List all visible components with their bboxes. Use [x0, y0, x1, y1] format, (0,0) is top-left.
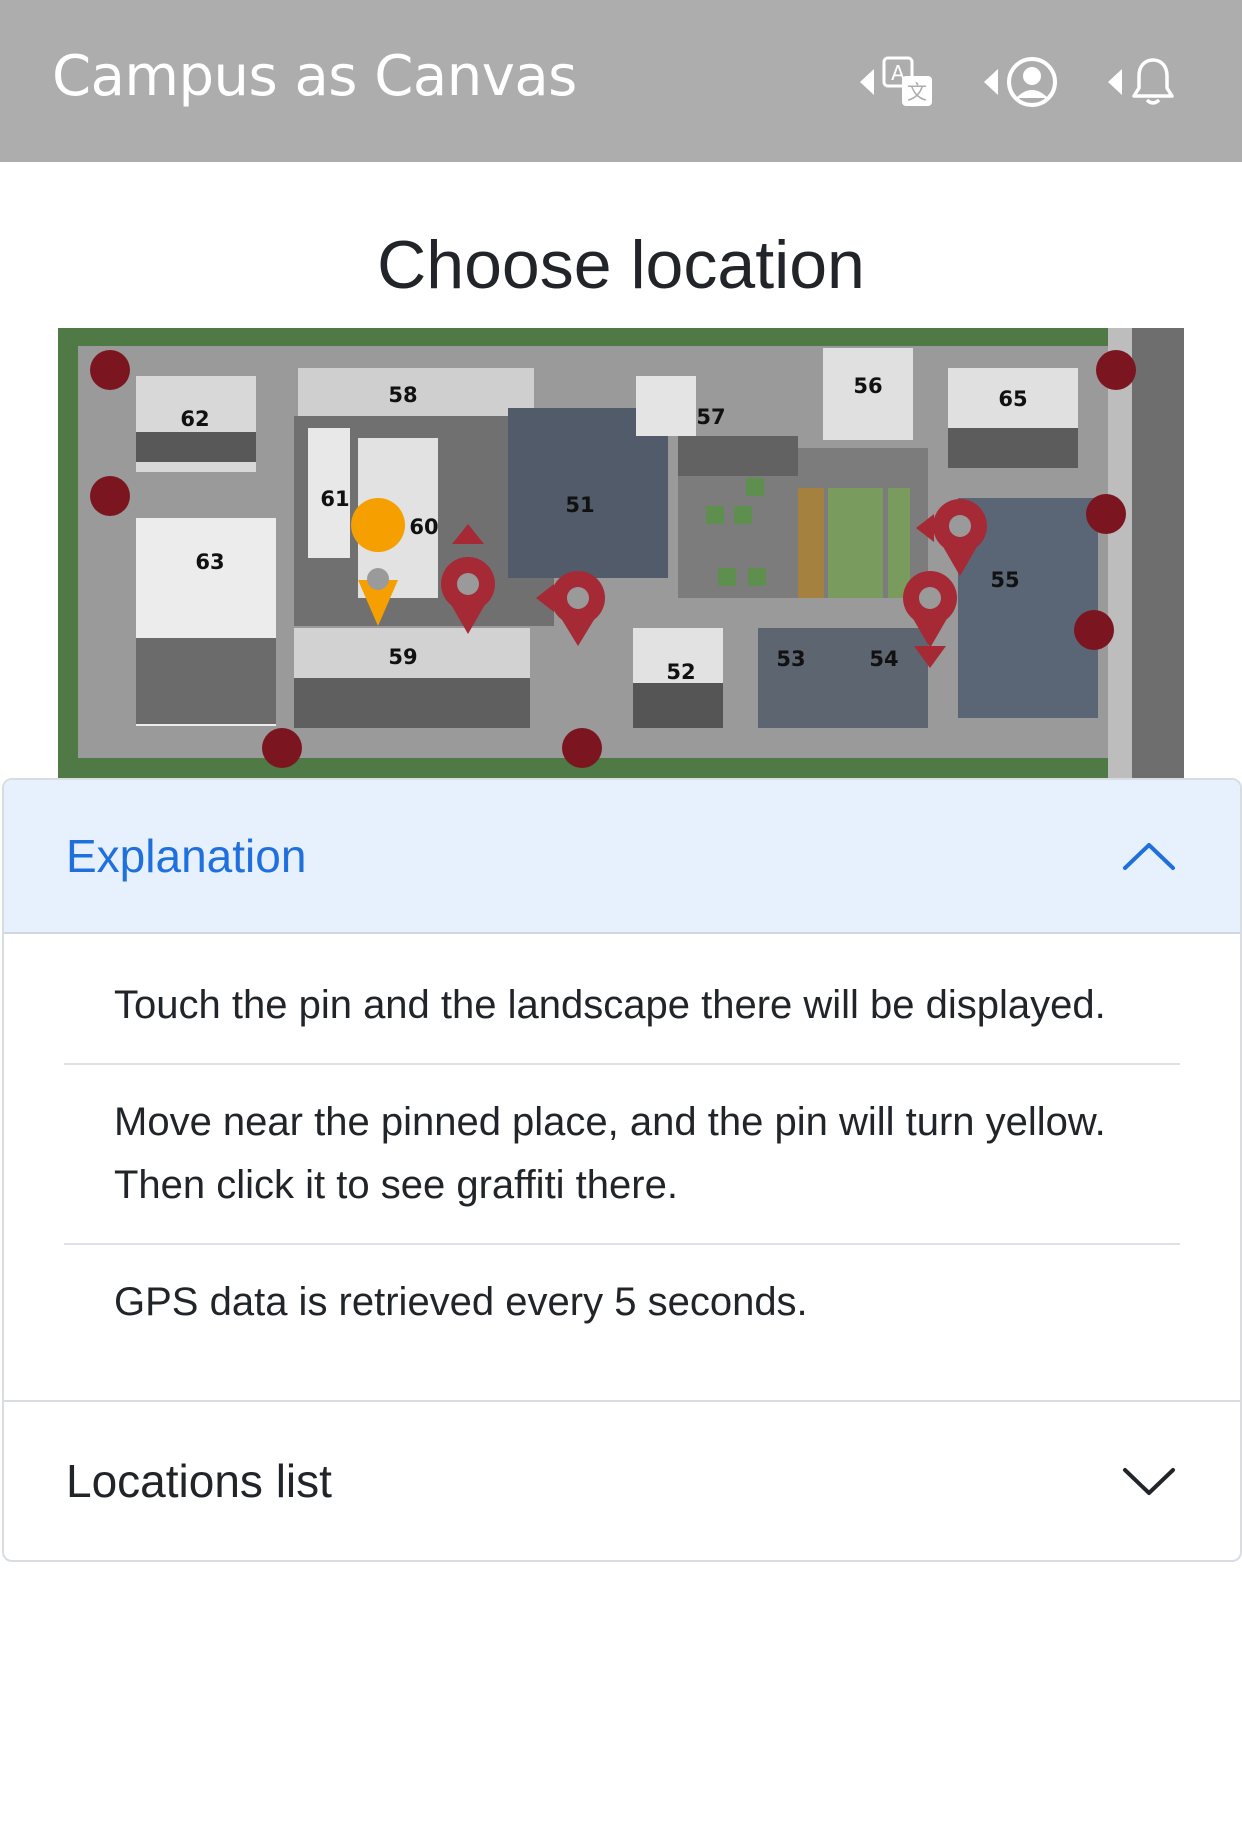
bell-icon — [1132, 58, 1174, 105]
building-number: 58 — [388, 383, 417, 407]
explanation-body: Touch the pin and the landscape there wi… — [4, 934, 1240, 1400]
building-number: 61 — [320, 487, 349, 511]
building-number: 62 — [180, 407, 209, 431]
svg-text:文: 文 — [907, 80, 927, 104]
translate-icon: A 文 — [882, 56, 932, 106]
locations-list-header[interactable]: Locations list — [4, 1402, 1240, 1560]
account-icon — [1007, 57, 1057, 107]
gate-marker — [1086, 494, 1126, 534]
chevron-down-icon — [1123, 1468, 1175, 1495]
gate-marker — [90, 476, 130, 516]
top-navbar: Campus as Canvas A 文 — [0, 0, 1242, 162]
building-number: 60 — [409, 515, 438, 539]
gate-marker — [1096, 350, 1136, 390]
caret-left-icon — [860, 69, 874, 95]
language-dropdown[interactable]: A 文 — [860, 50, 934, 114]
explanation-header[interactable]: Explanation — [4, 780, 1240, 934]
chevron-up-icon — [1123, 843, 1175, 870]
gate-marker — [262, 728, 302, 768]
building-number: 53 — [776, 647, 805, 671]
campus-map-image: 58 56 65 62 57 61 60 51 63 55 59 52 53 5… — [58, 328, 1184, 780]
info-accordion: Explanation Touch the pin and the landsc… — [2, 778, 1242, 1562]
building-number: 51 — [565, 493, 594, 517]
campus-map[interactable]: 58 56 65 62 57 61 60 51 63 55 59 52 53 5… — [58, 328, 1184, 780]
page-title: Choose location — [377, 227, 865, 303]
caret-left-icon — [984, 69, 998, 95]
app-brand[interactable]: Campus as Canvas — [52, 44, 577, 109]
locations-list-label: Locations list — [66, 1455, 332, 1507]
caret-left-icon — [1108, 69, 1122, 95]
building-number: 56 — [853, 374, 882, 398]
building-number: 59 — [388, 645, 417, 669]
notifications-dropdown[interactable] — [1108, 50, 1176, 114]
gate-marker — [1074, 610, 1114, 650]
building-number: 54 — [869, 647, 898, 671]
list-item: GPS data is retrieved every 5 seconds. — [64, 1243, 1180, 1360]
building-number: 52 — [666, 660, 695, 684]
list-item: Touch the pin and the landscape there wi… — [114, 983, 1106, 1027]
explanation-label: Explanation — [66, 830, 307, 882]
list-item: Move near the pinned place, and the pin … — [64, 1063, 1180, 1243]
gate-marker — [562, 728, 602, 768]
account-dropdown[interactable] — [984, 50, 1058, 114]
building-number: 57 — [696, 405, 725, 429]
building-number: 65 — [998, 387, 1027, 411]
gate-marker — [90, 350, 130, 390]
building-number: 63 — [195, 550, 224, 574]
building-number: 55 — [990, 568, 1019, 592]
